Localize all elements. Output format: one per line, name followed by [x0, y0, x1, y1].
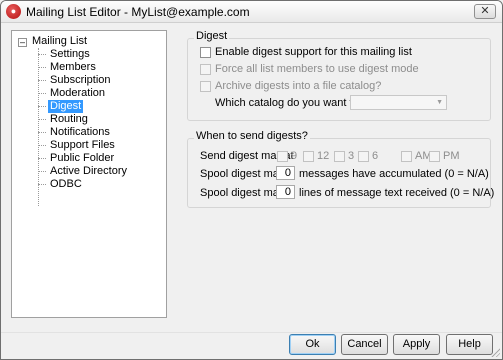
hour-3-checkbox[interactable] — [334, 151, 345, 162]
collapse-toggle-icon[interactable]: – — [18, 38, 27, 47]
tree-branch-line — [38, 184, 46, 185]
enable-digest-checkbox[interactable] — [200, 47, 211, 58]
tree-branch-line — [38, 119, 46, 120]
hour-6-label: 6 — [372, 150, 379, 162]
tree-item-label: Digest — [48, 100, 84, 113]
catalog-dropdown[interactable]: ▼ — [350, 95, 447, 110]
pm-checkbox[interactable] — [429, 151, 440, 162]
help-button[interactable]: Help — [446, 334, 493, 355]
window-title: Mailing List Editor - MyList@example.com — [26, 5, 250, 19]
tree-branch-line — [38, 158, 46, 159]
tree-branch-line — [38, 67, 46, 68]
am-checkbox[interactable] — [401, 151, 412, 162]
force-digest-checkbox[interactable] — [200, 64, 211, 75]
tree-item-label: Public Folder — [50, 152, 115, 164]
close-button[interactable]: ✕ — [474, 4, 496, 19]
tree-branch-line — [38, 171, 46, 172]
enable-digest-label[interactable]: Enable digest support for this mailing l… — [215, 46, 412, 58]
tree-branch-line — [38, 80, 46, 81]
hour-12-label: 12 — [317, 150, 330, 162]
tree-item-label: ODBC — [50, 178, 82, 190]
spool-messages-suffix: messages have accumulated (0 = N/A) — [299, 168, 489, 180]
tree-item-label: Members — [50, 61, 96, 73]
tree-branch-line — [38, 145, 46, 146]
hour-3-label: 3 — [348, 150, 355, 162]
hour-12-checkbox[interactable] — [303, 151, 314, 162]
tree-branch-line — [38, 106, 46, 107]
tree-item-label: Subscription — [50, 74, 111, 86]
navigation-tree[interactable]: – Mailing List Settings Members Subscrip… — [11, 30, 167, 318]
tree-item-label: Settings — [50, 48, 90, 60]
when-to-send-group: When to send digests? Send digest mail a… — [187, 130, 495, 208]
tree-branch-line — [38, 132, 46, 133]
tree-item-label: Notifications — [50, 126, 110, 138]
tree-item-label: Moderation — [50, 87, 106, 99]
cancel-button[interactable]: Cancel — [341, 334, 388, 355]
digest-group: Digest Enable digest support for this ma… — [187, 30, 491, 121]
when-group-title: When to send digests? — [194, 130, 310, 142]
archive-digest-label[interactable]: Archive digests into a file catalog? — [215, 80, 381, 92]
title-bar[interactable]: ● Mailing List Editor - MyList@example.c… — [1, 1, 502, 23]
footer-separator — [1, 332, 502, 333]
tree-item-label: Support Files — [50, 139, 115, 151]
tree-item-label: Routing — [50, 113, 88, 125]
app-icon: ● — [6, 4, 21, 19]
digest-group-title: Digest — [194, 30, 230, 42]
spool-lines-suffix: lines of message text received (0 = N/A) — [299, 187, 495, 199]
apply-button[interactable]: Apply — [393, 334, 440, 355]
tree-root-mailing-list[interactable]: Mailing List — [32, 35, 87, 47]
tree-branch-line — [38, 54, 46, 55]
hour-6-checkbox[interactable] — [358, 151, 369, 162]
tree-branch-line — [38, 93, 46, 94]
hour-9-label: 9 — [291, 150, 298, 162]
spool-lines-input[interactable]: 0 — [276, 185, 295, 199]
archive-digest-checkbox[interactable] — [200, 81, 211, 92]
mailing-list-editor-window: ● Mailing List Editor - MyList@example.c… — [0, 0, 503, 360]
chevron-down-icon: ▼ — [436, 99, 443, 106]
tree-connector-line — [38, 48, 39, 206]
pm-label: PM — [443, 150, 460, 162]
close-icon: ✕ — [480, 5, 490, 17]
ok-button[interactable]: Ok — [289, 334, 336, 355]
spool-messages-input[interactable]: 0 — [276, 166, 295, 180]
tree-item-label: Active Directory — [50, 165, 128, 177]
force-digest-label[interactable]: Force all list members to use digest mod… — [215, 63, 419, 75]
hour-9-checkbox[interactable] — [277, 151, 288, 162]
